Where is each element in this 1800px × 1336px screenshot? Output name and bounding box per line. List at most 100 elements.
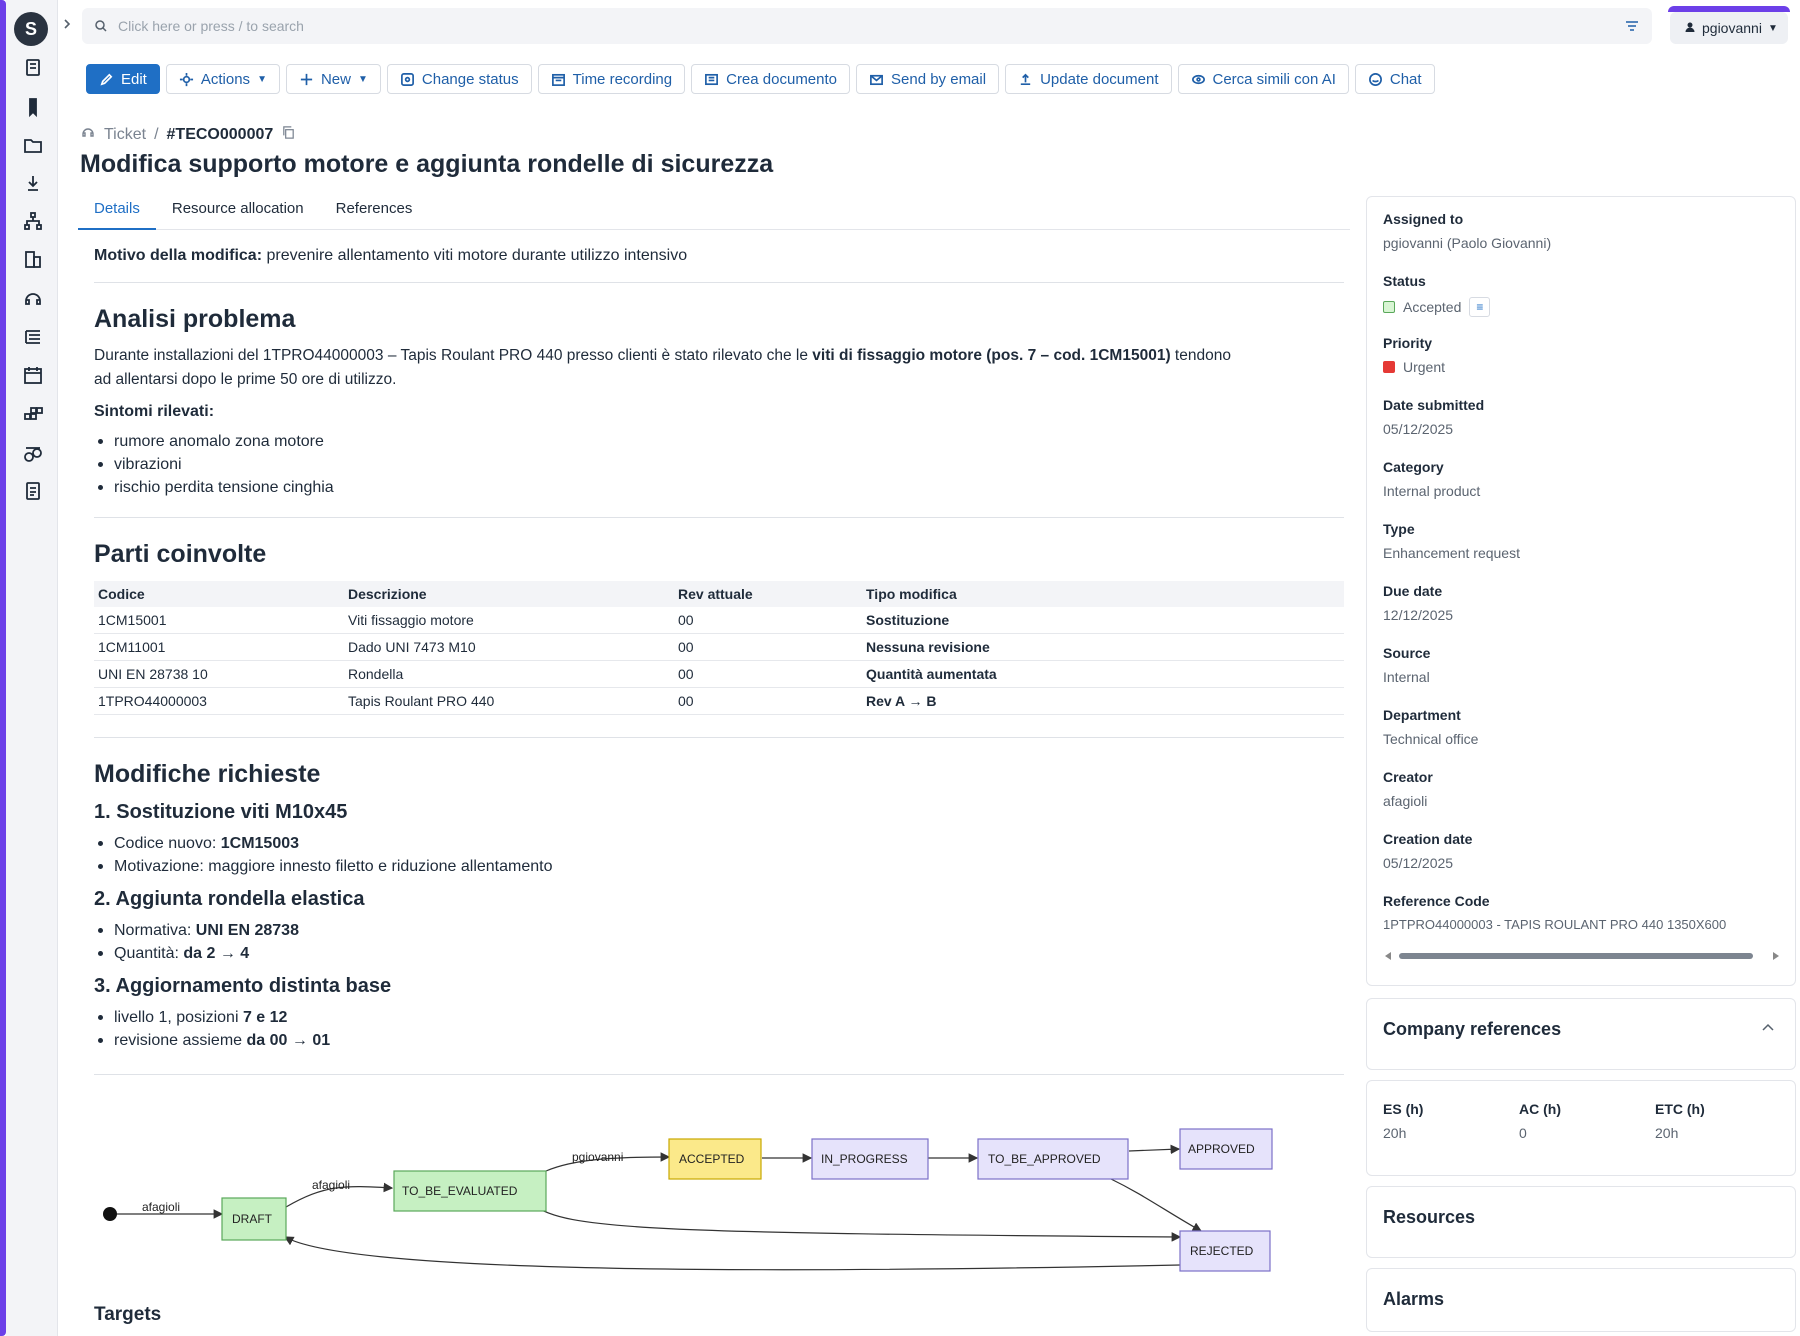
analisi-text-3: ad allentarsi dopo le prime 50 ore di ut…: [94, 371, 397, 388]
building-icon[interactable]: [22, 248, 44, 270]
change-status-button[interactable]: Change status: [386, 64, 532, 94]
cell: Tapis Roulant PRO 440: [344, 687, 674, 715]
download-icon[interactable]: [22, 172, 44, 194]
expand-sidebar-icon[interactable]: [60, 17, 74, 31]
actions-button[interactable]: Actions ▼: [165, 64, 280, 94]
edit-button[interactable]: Edit: [86, 64, 160, 94]
priority-value: Urgent: [1403, 359, 1446, 375]
update-document-button[interactable]: Update document: [1005, 64, 1172, 94]
tab-references[interactable]: References: [320, 196, 429, 230]
tab-bar: Details Resource allocation References: [78, 196, 1350, 230]
table-row: 1CM15001 Viti fissaggio motore 00 Sostituzi…: [94, 607, 1344, 634]
list-item: rumore anomalo zona motore: [94, 430, 1344, 453]
parti-table: Codice Descrizione Rev attuale Tipo modi…: [94, 581, 1344, 715]
list-item: Normativa: UNI EN 28738: [94, 919, 1344, 942]
list-item: Quantità: da 2 → 4: [94, 942, 1344, 965]
send-by-email-label: Send by email: [891, 70, 987, 88]
chevron-down-icon: ▼: [1767, 22, 1778, 34]
bold-text: da 00: [246, 1032, 288, 1049]
machinery-icon[interactable]: [22, 442, 44, 464]
modifica-2-list: Normativa: UNI EN 28738 Quantità: da 2 →…: [94, 919, 1344, 965]
etc-field: ETC (h) 20h: [1655, 1101, 1705, 1141]
field-label: AC (h): [1519, 1101, 1561, 1117]
horizontal-scrollbar[interactable]: [1383, 949, 1781, 961]
alarms-card[interactable]: Alarms: [1366, 1268, 1796, 1332]
list-icon[interactable]: [22, 326, 44, 348]
app-logo[interactable]: S: [14, 12, 48, 46]
copy-icon[interactable]: [281, 125, 296, 145]
field-value: 20h: [1383, 1125, 1407, 1141]
table-header-row: Codice Descrizione Rev attuale Tipo modi…: [94, 581, 1344, 607]
breadcrumb-separator: /: [154, 125, 159, 143]
field-value[interactable]: 1PTPRO44000003 - TAPIS ROULANT PRO 440 1…: [1383, 917, 1781, 932]
cell: 00: [674, 607, 862, 634]
field-department: Department Technical office: [1383, 707, 1478, 747]
resources-card[interactable]: Resources: [1366, 1186, 1796, 1258]
new-button[interactable]: New ▼: [285, 64, 381, 94]
upload-icon: [1020, 73, 1031, 85]
folder-icon[interactable]: [22, 134, 44, 156]
plus-icon: [300, 73, 313, 85]
field-type: Type Enhancement request: [1383, 521, 1520, 561]
company-references-card[interactable]: Company references: [1366, 998, 1796, 1070]
state-label: TO_BE_EVALUATED: [402, 1184, 518, 1198]
divider: [94, 517, 1344, 518]
field-creation-date: Creation date 05/12/2025: [1383, 831, 1472, 871]
ac-field: AC (h) 0: [1519, 1101, 1561, 1141]
documents-icon[interactable]: [22, 56, 44, 78]
document-icon: [705, 73, 719, 85]
field-value[interactable]: pgiovanni (Paolo Giovanni): [1383, 235, 1551, 251]
bookmark-icon[interactable]: [22, 96, 44, 118]
field-category: Category Internal product: [1383, 459, 1480, 499]
alarms-title: Alarms: [1383, 1289, 1445, 1309]
headset-icon[interactable]: [22, 288, 44, 310]
crea-documento-button[interactable]: Crea documento: [691, 64, 851, 94]
time-recording-button[interactable]: Time recording: [537, 64, 686, 94]
field-assigned: Assigned to pgiovanni (Paolo Giovanni): [1383, 211, 1551, 251]
edge-label: afagioli: [312, 1178, 350, 1192]
field-reference-code: Reference Code 1PTPRO44000003 - TAPIS ROU…: [1383, 893, 1781, 932]
field-value: 0: [1519, 1125, 1527, 1141]
chat-button[interactable]: Chat: [1354, 64, 1435, 94]
search-input[interactable]: Click here or press / to search: [118, 18, 304, 34]
workflow-icon[interactable]: ≡: [1469, 297, 1491, 317]
divider: [94, 282, 1344, 283]
breadcrumb-parent[interactable]: Ticket: [104, 126, 146, 144]
send-by-email-button[interactable]: Send by email: [856, 64, 1000, 94]
tab-details[interactable]: Details: [78, 196, 156, 230]
ai-icon: [1191, 74, 1205, 84]
bold-text: da 2: [183, 945, 216, 962]
report-icon[interactable]: [22, 480, 44, 502]
modules-icon[interactable]: [22, 404, 44, 426]
field-value: 05/12/2025: [1383, 855, 1454, 871]
field-due-date: Due date 12/12/2025: [1383, 583, 1453, 623]
field-value: afagioli: [1383, 793, 1428, 809]
chat-label: Chat: [1389, 70, 1422, 88]
column-header: Codice: [94, 581, 344, 607]
transition-arrow: [1108, 1177, 1203, 1232]
bold-text: 1CM15003: [220, 835, 300, 852]
user-menu-button[interactable]: pgiovanni ▼: [1670, 12, 1788, 44]
company-references-title: Company references: [1383, 1019, 1562, 1039]
field-label: Due date: [1383, 583, 1443, 599]
toolbar: Edit Actions ▼ New ▼ Change status Time re…: [86, 64, 1435, 94]
cell: Nessuna revisione: [862, 633, 1344, 661]
state-label: IN_PROGRESS: [821, 1152, 908, 1166]
hierarchy-icon[interactable]: [22, 210, 44, 232]
search-bar[interactable]: Click here or press / to search: [82, 8, 1652, 44]
cerca-simili-button[interactable]: Cerca simili con AI: [1177, 64, 1349, 94]
field-label: Status: [1383, 273, 1426, 289]
search-icon: [94, 19, 108, 33]
field-date-submitted: Date submitted 05/12/2025: [1383, 397, 1484, 437]
page-title: Modifica supporto motore e aggiunta rond…: [80, 150, 774, 178]
column-header: Descrizione: [344, 581, 674, 607]
calendar-icon[interactable]: [22, 364, 44, 386]
tab-resource-allocation[interactable]: Resource allocation: [156, 196, 320, 230]
analisi-text-2: tendono: [1170, 347, 1231, 364]
field-label: Assigned to: [1383, 211, 1464, 227]
pencil-icon: [100, 73, 113, 86]
chevron-up-icon[interactable]: [1761, 1021, 1775, 1039]
arrow-text: →: [287, 1032, 313, 1049]
filter-icon[interactable]: [1624, 18, 1640, 34]
edge-label: pgiovanni: [572, 1150, 623, 1164]
